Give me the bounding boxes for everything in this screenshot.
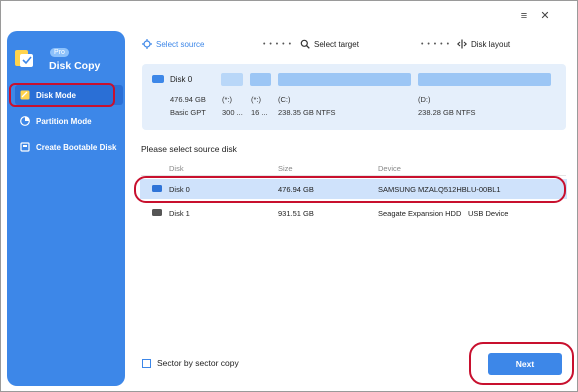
- sidebar-item-disk-mode[interactable]: Disk Mode: [15, 85, 123, 105]
- layout-icon: [457, 39, 467, 49]
- partition-bar-c: [278, 73, 411, 86]
- cell-disk: Disk 0: [169, 185, 190, 194]
- step-dots: • • • • •: [421, 41, 451, 48]
- cell-bus: USB Device: [468, 209, 509, 218]
- cell-device: Seagate Expansion HDD: [378, 209, 462, 218]
- partition-icon: [20, 116, 30, 126]
- sector-copy-label: Sector by sector copy: [157, 358, 239, 368]
- step-label: Select target: [314, 39, 359, 49]
- table-row[interactable]: Disk 0 476.94 GB SAMSUNG MZALQ512HBLU-00…: [140, 179, 567, 199]
- disk-summary-type: Basic GPT: [170, 108, 206, 117]
- partition-letter: (C:): [278, 95, 291, 104]
- partition-bar-1: [221, 73, 243, 86]
- crosshair-icon: [142, 39, 152, 49]
- disk-copy-logo-icon: [15, 50, 33, 67]
- target-search-icon: [300, 39, 310, 49]
- step-disk-layout: Disk layout: [457, 39, 510, 49]
- sidebar-item-label: Create Bootable Disk: [36, 142, 117, 152]
- partition-detail: 238.35 GB NTFS: [278, 108, 336, 117]
- sidebar-item-label: Partition Mode: [36, 116, 92, 126]
- cell-size: 476.94 GB: [278, 185, 314, 194]
- disk-mode-icon: [20, 90, 30, 100]
- sidebar-item-label: Disk Mode: [36, 90, 77, 100]
- menu-icon[interactable]: ≡: [517, 9, 531, 23]
- step-label: Disk layout: [471, 39, 511, 49]
- disk-icon: [152, 75, 164, 83]
- close-icon[interactable]: ✕: [538, 9, 552, 23]
- bootable-disk-icon: [20, 142, 30, 152]
- cell-device: SAMSUNG MZALQ512HBLU-00BL1: [378, 185, 501, 194]
- table-row[interactable]: Disk 1 931.51 GB Seagate Expansion HDD U…: [140, 203, 567, 223]
- partition-detail: 16 ...: [251, 108, 268, 117]
- header-divider: [141, 175, 566, 176]
- partition-bar-2: [250, 73, 271, 86]
- partition-letter: (D:): [418, 95, 431, 104]
- column-header-size[interactable]: Size: [278, 164, 293, 173]
- disk-summary-size: 476.94 GB: [170, 95, 206, 104]
- partition-detail: 300 ...: [222, 108, 243, 117]
- column-header-disk[interactable]: Disk: [169, 164, 184, 173]
- cell-disk: Disk 1: [169, 209, 190, 218]
- column-header-device[interactable]: Device: [378, 164, 401, 173]
- step-label: Select source: [156, 39, 205, 49]
- next-button[interactable]: Next: [488, 353, 562, 375]
- sidebar-item-create-bootable-disk[interactable]: Create Bootable Disk: [15, 137, 123, 157]
- step-select-target: Select target: [300, 39, 359, 49]
- sidebar: Pro Disk Copy Disk Mode Partition Mode C…: [7, 31, 125, 386]
- step-dots: • • • • •: [263, 41, 293, 48]
- cell-size: 931.51 GB: [278, 209, 314, 218]
- step-select-source: Select source: [142, 39, 204, 49]
- partition-letter: (*:): [222, 95, 232, 104]
- section-title: Please select source disk: [141, 144, 237, 154]
- disk-icon: [152, 185, 162, 192]
- sidebar-item-partition-mode[interactable]: Partition Mode: [15, 111, 123, 131]
- disk-icon: [152, 209, 162, 216]
- partition-letter: (*:): [251, 95, 261, 104]
- sector-copy-checkbox[interactable]: [142, 358, 151, 368]
- app-title: Disk Copy: [49, 60, 101, 72]
- disk-summary-panel: Disk 0 476.94 GB Basic GPT (*:) 300 ... …: [142, 64, 566, 130]
- partition-detail: 238.28 GB NTFS: [418, 108, 476, 117]
- disk-summary-name: Disk 0: [170, 75, 193, 84]
- app-window: Pro Disk Copy Disk Mode Partition Mode C…: [0, 0, 578, 392]
- sector-copy-option[interactable]: Sector by sector copy: [142, 358, 239, 368]
- partition-bar-d: [418, 73, 551, 86]
- pro-badge: Pro: [50, 48, 69, 57]
